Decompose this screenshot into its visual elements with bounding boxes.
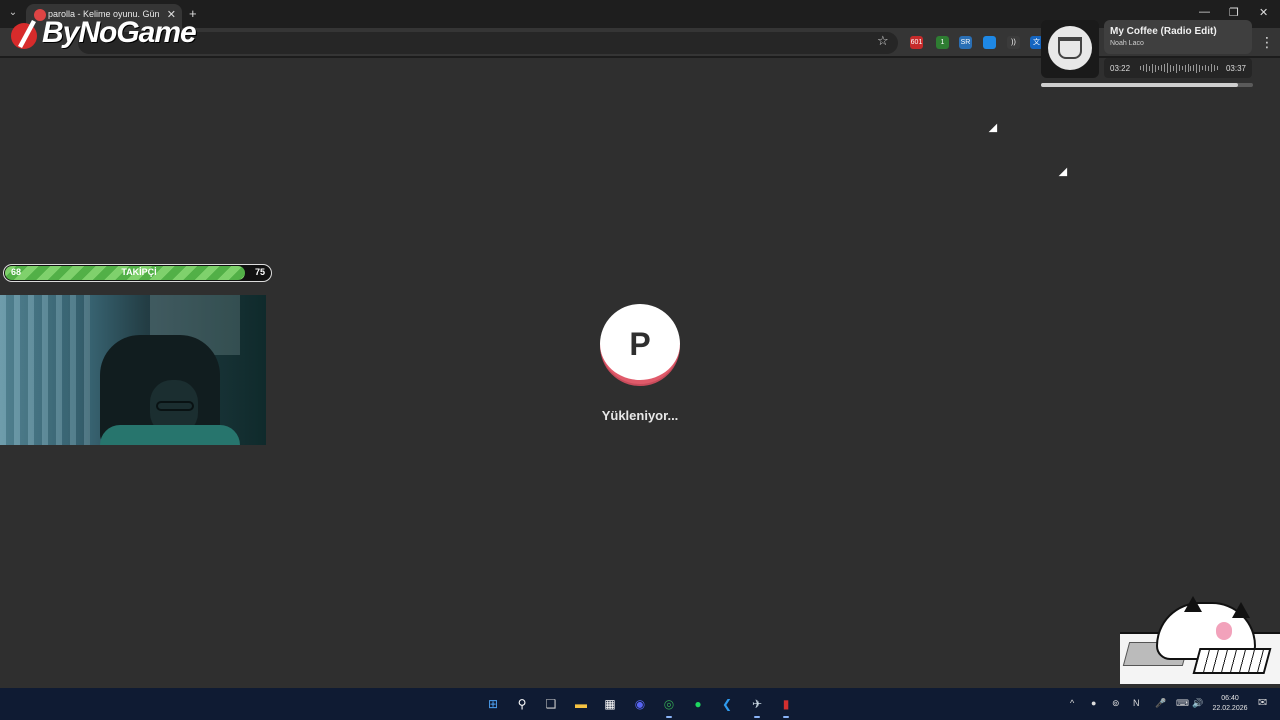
waveform-bar	[1142, 65, 1144, 71]
volume-icon[interactable]: 🔊	[1192, 698, 1203, 709]
song-info: My Coffee (Radio Edit) Noah Laco	[1104, 20, 1252, 54]
waveform-bar	[1140, 66, 1141, 70]
waveform-bar	[1148, 65, 1150, 71]
waveform-bar	[1178, 65, 1180, 71]
waveform-bar	[1205, 65, 1207, 71]
webcam-shirt	[100, 425, 240, 445]
logo-text: ByNoGame	[42, 16, 197, 49]
waveform-bar	[1166, 63, 1168, 73]
waveform-bar	[1202, 66, 1204, 70]
song-title: My Coffee (Radio Edit)	[1110, 26, 1217, 37]
bongo-keyboard	[1192, 648, 1272, 674]
tray-n-icon[interactable]: N	[1133, 698, 1140, 708]
song-timeline: 03:22 03:37	[1104, 58, 1252, 78]
bongo-cat-overlay	[1120, 596, 1280, 684]
waveform-bar	[1163, 64, 1165, 72]
ext-red-badge-icon[interactable]: 601	[910, 36, 923, 49]
ext-audio-icon[interactable]: ))	[1007, 36, 1020, 49]
album-art	[1041, 20, 1099, 78]
waveform-bar	[1160, 65, 1162, 71]
chrome-icon[interactable]: ◎	[661, 696, 677, 712]
running-app-indicator	[666, 716, 672, 718]
waveform-bar	[1175, 63, 1177, 73]
running-app-indicator	[754, 716, 760, 718]
ext-blue-icon[interactable]	[983, 36, 996, 49]
song-progress-fill	[1041, 83, 1239, 87]
song-current-time: 03:22	[1110, 64, 1131, 73]
task-view-icon[interactable]: ❑	[543, 696, 559, 712]
tray-app-icon[interactable]: ⊚	[1112, 698, 1120, 709]
clock-date: 22.02.2026	[1212, 705, 1248, 712]
windows-taskbar: ⊞ ⚲ ❑ ▬ ▦ ◉ ◎ ● ❮ ✈ ▮ ^ ● ⊚ N 🎤 ⌨ 🔊 06:40 22.02.2026 ✉	[0, 688, 1280, 720]
now-playing-widget: My Coffee (Radio Edit) Noah Laco 03:22 0…	[1041, 20, 1253, 87]
ext-green-icon[interactable]: 1	[936, 36, 949, 49]
maximize-button[interactable]: ❐	[1229, 6, 1239, 19]
store-icon[interactable]: ▦	[602, 696, 618, 712]
waveform-bar	[1181, 66, 1183, 70]
loading-text: Yükleniyor...	[601, 408, 679, 423]
screen: ⌄ parolla - Kelime oyunu. Günlük ✕ + — ❐…	[0, 0, 1280, 720]
tray-status-icon[interactable]: ●	[1091, 698, 1096, 708]
waveform-bar	[1193, 65, 1195, 71]
loading-letter: P	[629, 326, 651, 362]
follower-goal-label: TAKİPÇİ	[121, 267, 157, 277]
waveform-bar	[1184, 64, 1186, 72]
browser-menu-icon[interactable]: ⋮	[1260, 34, 1274, 51]
song-total-time: 03:37	[1225, 64, 1246, 73]
song-artist: Noah Laco	[1110, 40, 1144, 47]
system-clock[interactable]: 06:40 22.02.2026	[1206, 694, 1254, 714]
waveform-bar	[1190, 65, 1192, 71]
vscode-icon[interactable]: ❮	[719, 696, 735, 712]
ext-sub-icon[interactable]: SR	[959, 36, 972, 49]
running-app-indicator	[783, 716, 789, 718]
spotify-icon[interactable]: ●	[690, 696, 706, 712]
tray-overflow-icon[interactable]: ^	[1070, 698, 1074, 708]
red-app-icon[interactable]: ▮	[778, 696, 794, 712]
start-icon[interactable]: ⊞	[485, 696, 501, 712]
notifications-icon[interactable]: ✉	[1258, 696, 1267, 709]
follower-goal-target: 75	[254, 267, 265, 277]
album-disc	[1048, 26, 1092, 70]
waveform-bar	[1211, 64, 1213, 72]
waveform-bar	[1172, 65, 1174, 71]
bongo-cat-ear-right	[1232, 602, 1250, 618]
bynogame-logo: ByNoGame	[8, 14, 208, 54]
discord-icon[interactable]: ◉	[632, 696, 648, 712]
waveform	[1140, 63, 1219, 73]
waveform-bar	[1169, 64, 1171, 72]
microphone-icon[interactable]: 🎤	[1155, 698, 1166, 709]
waveform-bar	[1157, 66, 1159, 70]
song-progress-bar	[1041, 83, 1253, 87]
waveform-bar	[1196, 63, 1198, 73]
bynogame-mark-icon	[11, 20, 37, 49]
bongo-cat-paw	[1216, 622, 1232, 640]
webcam-glasses	[156, 401, 194, 411]
file-explorer-icon[interactable]: ▬	[573, 696, 589, 712]
waveform-bar	[1154, 64, 1156, 72]
waveform-bar	[1214, 65, 1216, 71]
waveform-bar	[1187, 64, 1189, 72]
mouse-cursor-secondary-icon	[1058, 167, 1072, 181]
waveform-bar	[1199, 64, 1201, 72]
close-window-button[interactable]: ✕	[1259, 6, 1268, 19]
waveform-bar	[1208, 65, 1210, 71]
loading-spinner: P	[600, 304, 680, 384]
coffee-cup-icon	[1058, 37, 1082, 59]
minimize-button[interactable]: —	[1199, 6, 1210, 18]
steam-icon[interactable]: ✈	[749, 696, 765, 712]
mouse-cursor-icon	[988, 123, 1002, 137]
waveform-bar	[1145, 64, 1147, 72]
waveform-bar	[1151, 63, 1153, 73]
search-icon[interactable]: ⚲	[514, 696, 530, 712]
webcam-feed	[0, 295, 266, 445]
waveform-bar	[1217, 66, 1219, 70]
clock-time: 06:40	[1221, 695, 1239, 702]
webcam-curtain	[0, 295, 90, 445]
network-icon[interactable]: ⌨	[1176, 698, 1189, 709]
bongo-cat-ear-left	[1184, 596, 1202, 612]
bookmark-star-icon[interactable]: ☆	[877, 33, 889, 49]
follower-goal-bar: 68 TAKİPÇİ 75	[3, 264, 272, 282]
